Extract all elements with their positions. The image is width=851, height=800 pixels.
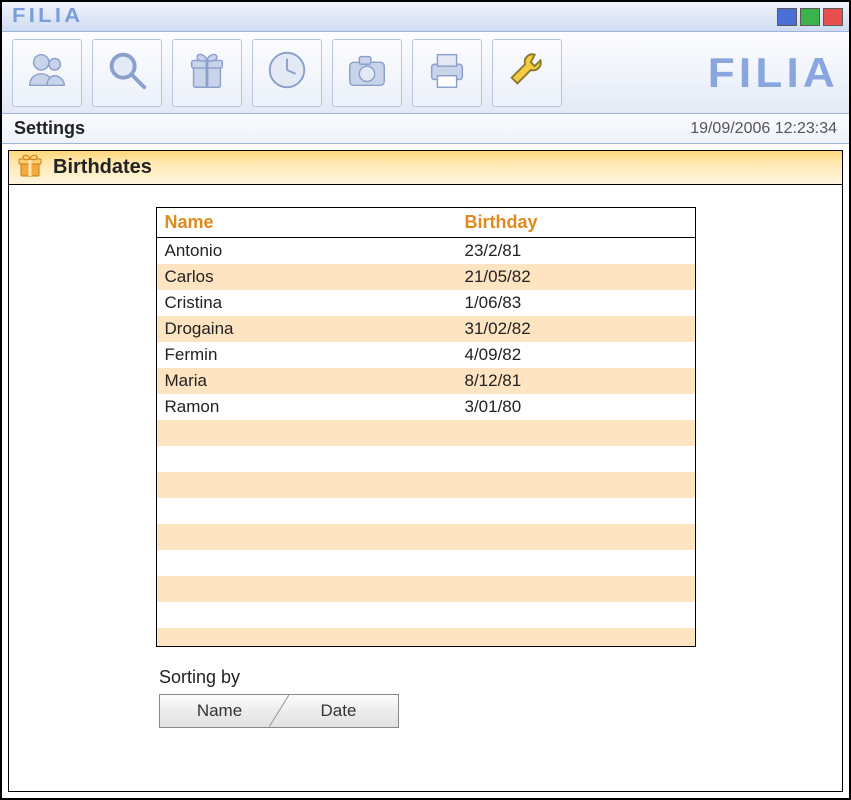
minimize-button[interactable] [777, 8, 797, 26]
brand-logo: FILIA [714, 49, 839, 97]
gift-box-icon [184, 47, 230, 98]
cell-birthday: 8/12/81 [457, 371, 695, 391]
settings-button[interactable] [492, 39, 562, 107]
datetime-display: 19/09/2006 12:23:34 [690, 120, 837, 138]
table-row[interactable] [157, 576, 695, 602]
table-row[interactable] [157, 628, 695, 647]
sort-button-group: Name Date [159, 694, 399, 728]
cell-name: Ramon [157, 397, 457, 417]
table-row[interactable] [157, 420, 695, 446]
cell-birthday: 1/06/83 [457, 293, 695, 313]
table-row[interactable] [157, 446, 695, 472]
maximize-button[interactable] [800, 8, 820, 26]
page-title: Settings [14, 118, 85, 139]
column-header-name[interactable]: Name [157, 212, 457, 233]
birthdates-panel: Birthdates Name Birthday Antonio23/2/81C… [8, 150, 843, 792]
cell-name: Carlos [157, 267, 457, 287]
table-row[interactable]: Ramon3/01/80 [157, 394, 695, 420]
table-row[interactable]: Maria8/12/81 [157, 368, 695, 394]
gift-button[interactable] [172, 39, 242, 107]
table-row[interactable]: Carlos21/05/82 [157, 264, 695, 290]
people-icon [24, 47, 70, 98]
table-row[interactable]: Cristina1/06/83 [157, 290, 695, 316]
cell-name: Maria [157, 371, 457, 391]
printer-button[interactable] [412, 39, 482, 107]
window-controls [777, 8, 843, 26]
titlebar-logo: FILIA [12, 5, 84, 28]
birthdates-table: Name Birthday Antonio23/2/81Carlos21/05/… [156, 207, 696, 647]
table-row[interactable] [157, 472, 695, 498]
panel-title: Birthdates [53, 156, 152, 179]
table-row[interactable]: Antonio23/2/81 [157, 238, 695, 264]
cell-name: Drogaina [157, 319, 457, 339]
table-row[interactable] [157, 498, 695, 524]
column-header-birthday[interactable]: Birthday [457, 212, 695, 233]
sorting-controls: Sorting by Name Date [159, 667, 842, 728]
main-toolbar: FILIA [2, 32, 849, 114]
cell-name: Antonio [157, 241, 457, 261]
content-area: Birthdates Name Birthday Antonio23/2/81C… [2, 144, 849, 798]
cell-birthday: 23/2/81 [457, 241, 695, 261]
cell-name: Cristina [157, 293, 457, 313]
wrench-icon [504, 47, 550, 98]
table-row[interactable] [157, 524, 695, 550]
table-row[interactable] [157, 550, 695, 576]
printer-icon [424, 47, 470, 98]
app-window: FILIA [0, 0, 851, 800]
cell-birthday: 3/01/80 [457, 397, 695, 417]
sort-by-name-button[interactable]: Name [160, 695, 279, 727]
table-row[interactable]: Fermin4/09/82 [157, 342, 695, 368]
close-button[interactable] [823, 8, 843, 26]
table-row[interactable]: Drogaina31/02/82 [157, 316, 695, 342]
sort-by-date-button[interactable]: Date [279, 695, 398, 727]
brand-text: FILIA [708, 49, 839, 97]
people-button[interactable] [12, 39, 82, 107]
clock-button[interactable] [252, 39, 322, 107]
camera-button[interactable] [332, 39, 402, 107]
table-body: Antonio23/2/81Carlos21/05/82Cristina1/06… [157, 238, 695, 647]
sorting-label: Sorting by [159, 667, 842, 688]
present-icon [17, 152, 43, 183]
search-icon [104, 47, 150, 98]
table-row[interactable] [157, 602, 695, 628]
cell-birthday: 31/02/82 [457, 319, 695, 339]
clock-icon [264, 47, 310, 98]
table-header: Name Birthday [157, 208, 695, 238]
search-button[interactable] [92, 39, 162, 107]
cell-birthday: 4/09/82 [457, 345, 695, 365]
cell-birthday: 21/05/82 [457, 267, 695, 287]
titlebar: FILIA [2, 2, 849, 32]
cell-name: Fermin [157, 345, 457, 365]
camera-icon [344, 47, 390, 98]
panel-header: Birthdates [9, 151, 842, 185]
subnav-bar: Settings 19/09/2006 12:23:34 [2, 114, 849, 144]
